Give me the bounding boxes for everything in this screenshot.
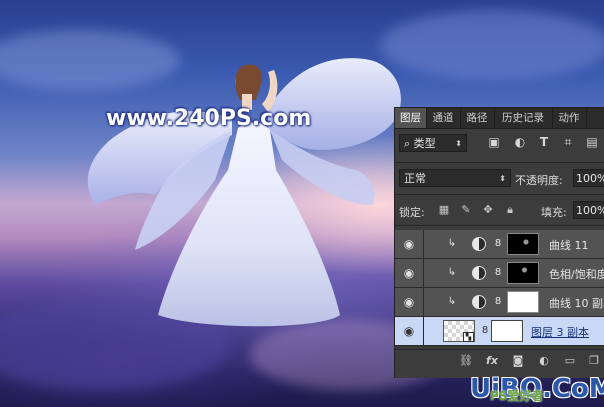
- eye-visibility-icon[interactable]: ◉: [401, 294, 417, 310]
- tab-layers[interactable]: 图层: [395, 108, 427, 128]
- layer-row[interactable]: ◉ ↳ 8 色相/饱和度: [395, 259, 604, 288]
- smart-object-icon: ▚: [463, 332, 474, 342]
- chain-link-icon[interactable]: 8: [494, 294, 502, 310]
- layers-panel-toolbar: ⛓ fx ◙ ◐ ▭ ❐: [395, 349, 604, 372]
- layers-panel: 图层 通道 路径 历史记录 动作 ⌕ 类型 ⬍ ▣ ◐ T ⌗ ▤ 正常 ⬍ 不…: [394, 107, 604, 378]
- tab-history[interactable]: 历史记录: [494, 108, 553, 128]
- select-caret-icon: ⬍: [499, 174, 506, 183]
- tab-overflow[interactable]: [586, 108, 604, 128]
- smart-object-filter-icon[interactable]: ▤: [585, 135, 599, 149]
- opacity-label: 不透明度:: [515, 174, 563, 187]
- tab-paths[interactable]: 路径: [460, 108, 495, 128]
- image-filter-icon[interactable]: ▣: [487, 135, 501, 149]
- adjustment-layer-icon: [472, 266, 486, 280]
- panel-tabs: 图层 通道 路径 历史记录 动作: [395, 108, 604, 129]
- divider: [395, 225, 604, 226]
- site-logo-subtitle: PS爱好者: [490, 389, 544, 403]
- layer-row[interactable]: ◉ ↳ 8 曲线 10 副本: [395, 288, 604, 317]
- layer-mask-thumbnail[interactable]: [507, 262, 539, 284]
- add-mask-icon[interactable]: ◙: [511, 354, 525, 368]
- layer-row-selected[interactable]: ◉ ▚ 8 图层 3 副本: [395, 317, 604, 346]
- tab-channels[interactable]: 通道: [426, 108, 461, 128]
- select-caret-icon: ⬍: [455, 139, 462, 148]
- layer-row[interactable]: ◉ ↳ 8 曲线 11: [395, 230, 604, 259]
- layer-mask-thumbnail[interactable]: [491, 320, 523, 342]
- adjustment-filter-icon[interactable]: ◐: [513, 135, 527, 149]
- search-icon: ⌕: [404, 137, 414, 150]
- clipping-arrow-icon: ↳: [447, 238, 457, 249]
- divider: [423, 317, 424, 345]
- new-layer-icon[interactable]: ❐: [587, 354, 601, 368]
- chain-link-icon[interactable]: 8: [494, 236, 502, 252]
- eye-visibility-icon[interactable]: ◉: [401, 236, 417, 252]
- divider: [395, 162, 604, 163]
- divider: [423, 259, 424, 287]
- opacity-input[interactable]: 100%: [573, 169, 604, 187]
- clipping-arrow-icon: ↳: [447, 296, 457, 307]
- lock-label: 锁定:: [399, 206, 425, 219]
- layer-name[interactable]: 曲线 11: [549, 237, 589, 253]
- blend-mode-select[interactable]: 正常 ⬍: [399, 169, 511, 187]
- eye-visibility-icon[interactable]: ◉: [401, 323, 417, 339]
- lock-position-icon[interactable]: ✥: [481, 203, 495, 217]
- chain-link-icon[interactable]: 8: [481, 323, 489, 339]
- clipping-arrow-icon: ↳: [447, 267, 457, 278]
- shape-filter-icon[interactable]: ⌗: [561, 135, 575, 149]
- chain-link-icon[interactable]: 8: [494, 265, 502, 281]
- divider: [423, 288, 424, 316]
- layer-mask-thumbnail[interactable]: [507, 233, 539, 255]
- lock-transparency-icon[interactable]: ▦: [437, 203, 451, 217]
- new-adjustment-icon[interactable]: ◐: [537, 354, 551, 368]
- site-watermark: www.240PS.com: [106, 106, 312, 131]
- eye-visibility-icon[interactable]: ◉: [401, 265, 417, 281]
- layer-name[interactable]: 图层 3 副本: [531, 324, 589, 340]
- divider: [423, 230, 424, 258]
- link-layers-icon[interactable]: ⛓: [459, 354, 473, 368]
- type-filter-icon[interactable]: T: [537, 135, 551, 149]
- divider: [395, 194, 604, 195]
- fill-input[interactable]: 100%: [573, 201, 604, 219]
- layer-filter-select[interactable]: ⌕ 类型 ⬍: [399, 134, 467, 152]
- fx-icon[interactable]: fx: [485, 354, 499, 368]
- layer-name[interactable]: 曲线 10 副本: [549, 295, 604, 311]
- blend-mode-value: 正常: [404, 172, 426, 185]
- layer-name[interactable]: 色相/饱和度: [549, 266, 604, 282]
- layer-mask-thumbnail[interactable]: [507, 291, 539, 313]
- layer-filter-label: 类型: [413, 137, 436, 150]
- tab-actions[interactable]: 动作: [552, 108, 587, 128]
- new-group-icon[interactable]: ▭: [563, 354, 577, 368]
- fill-label: 填充:: [541, 206, 567, 219]
- adjustment-layer-icon: [472, 295, 486, 309]
- lock-all-icon[interactable]: 🔒︎: [503, 203, 517, 217]
- adjustment-layer-icon: [472, 237, 486, 251]
- lock-image-pixels-icon[interactable]: ✎: [459, 203, 473, 217]
